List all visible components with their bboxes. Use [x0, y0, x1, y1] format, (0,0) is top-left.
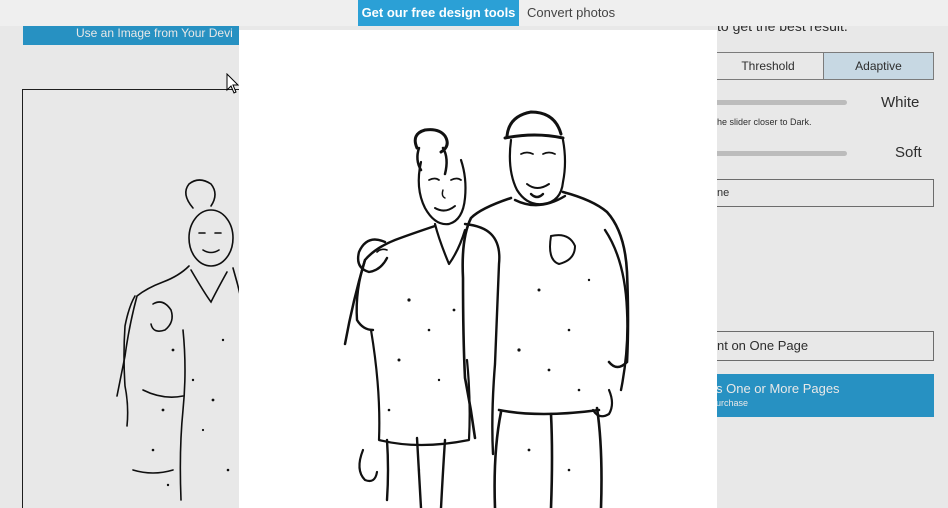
image-preview-modal	[239, 30, 717, 508]
mouse-cursor-icon	[226, 73, 240, 94]
convert-photos-link[interactable]: Convert photos	[527, 0, 615, 26]
top-bar: Get our free design tools Convert photos	[0, 0, 948, 26]
free-design-tools-link[interactable]: Get our free design tools	[358, 0, 519, 26]
sketch-image	[343, 110, 630, 508]
